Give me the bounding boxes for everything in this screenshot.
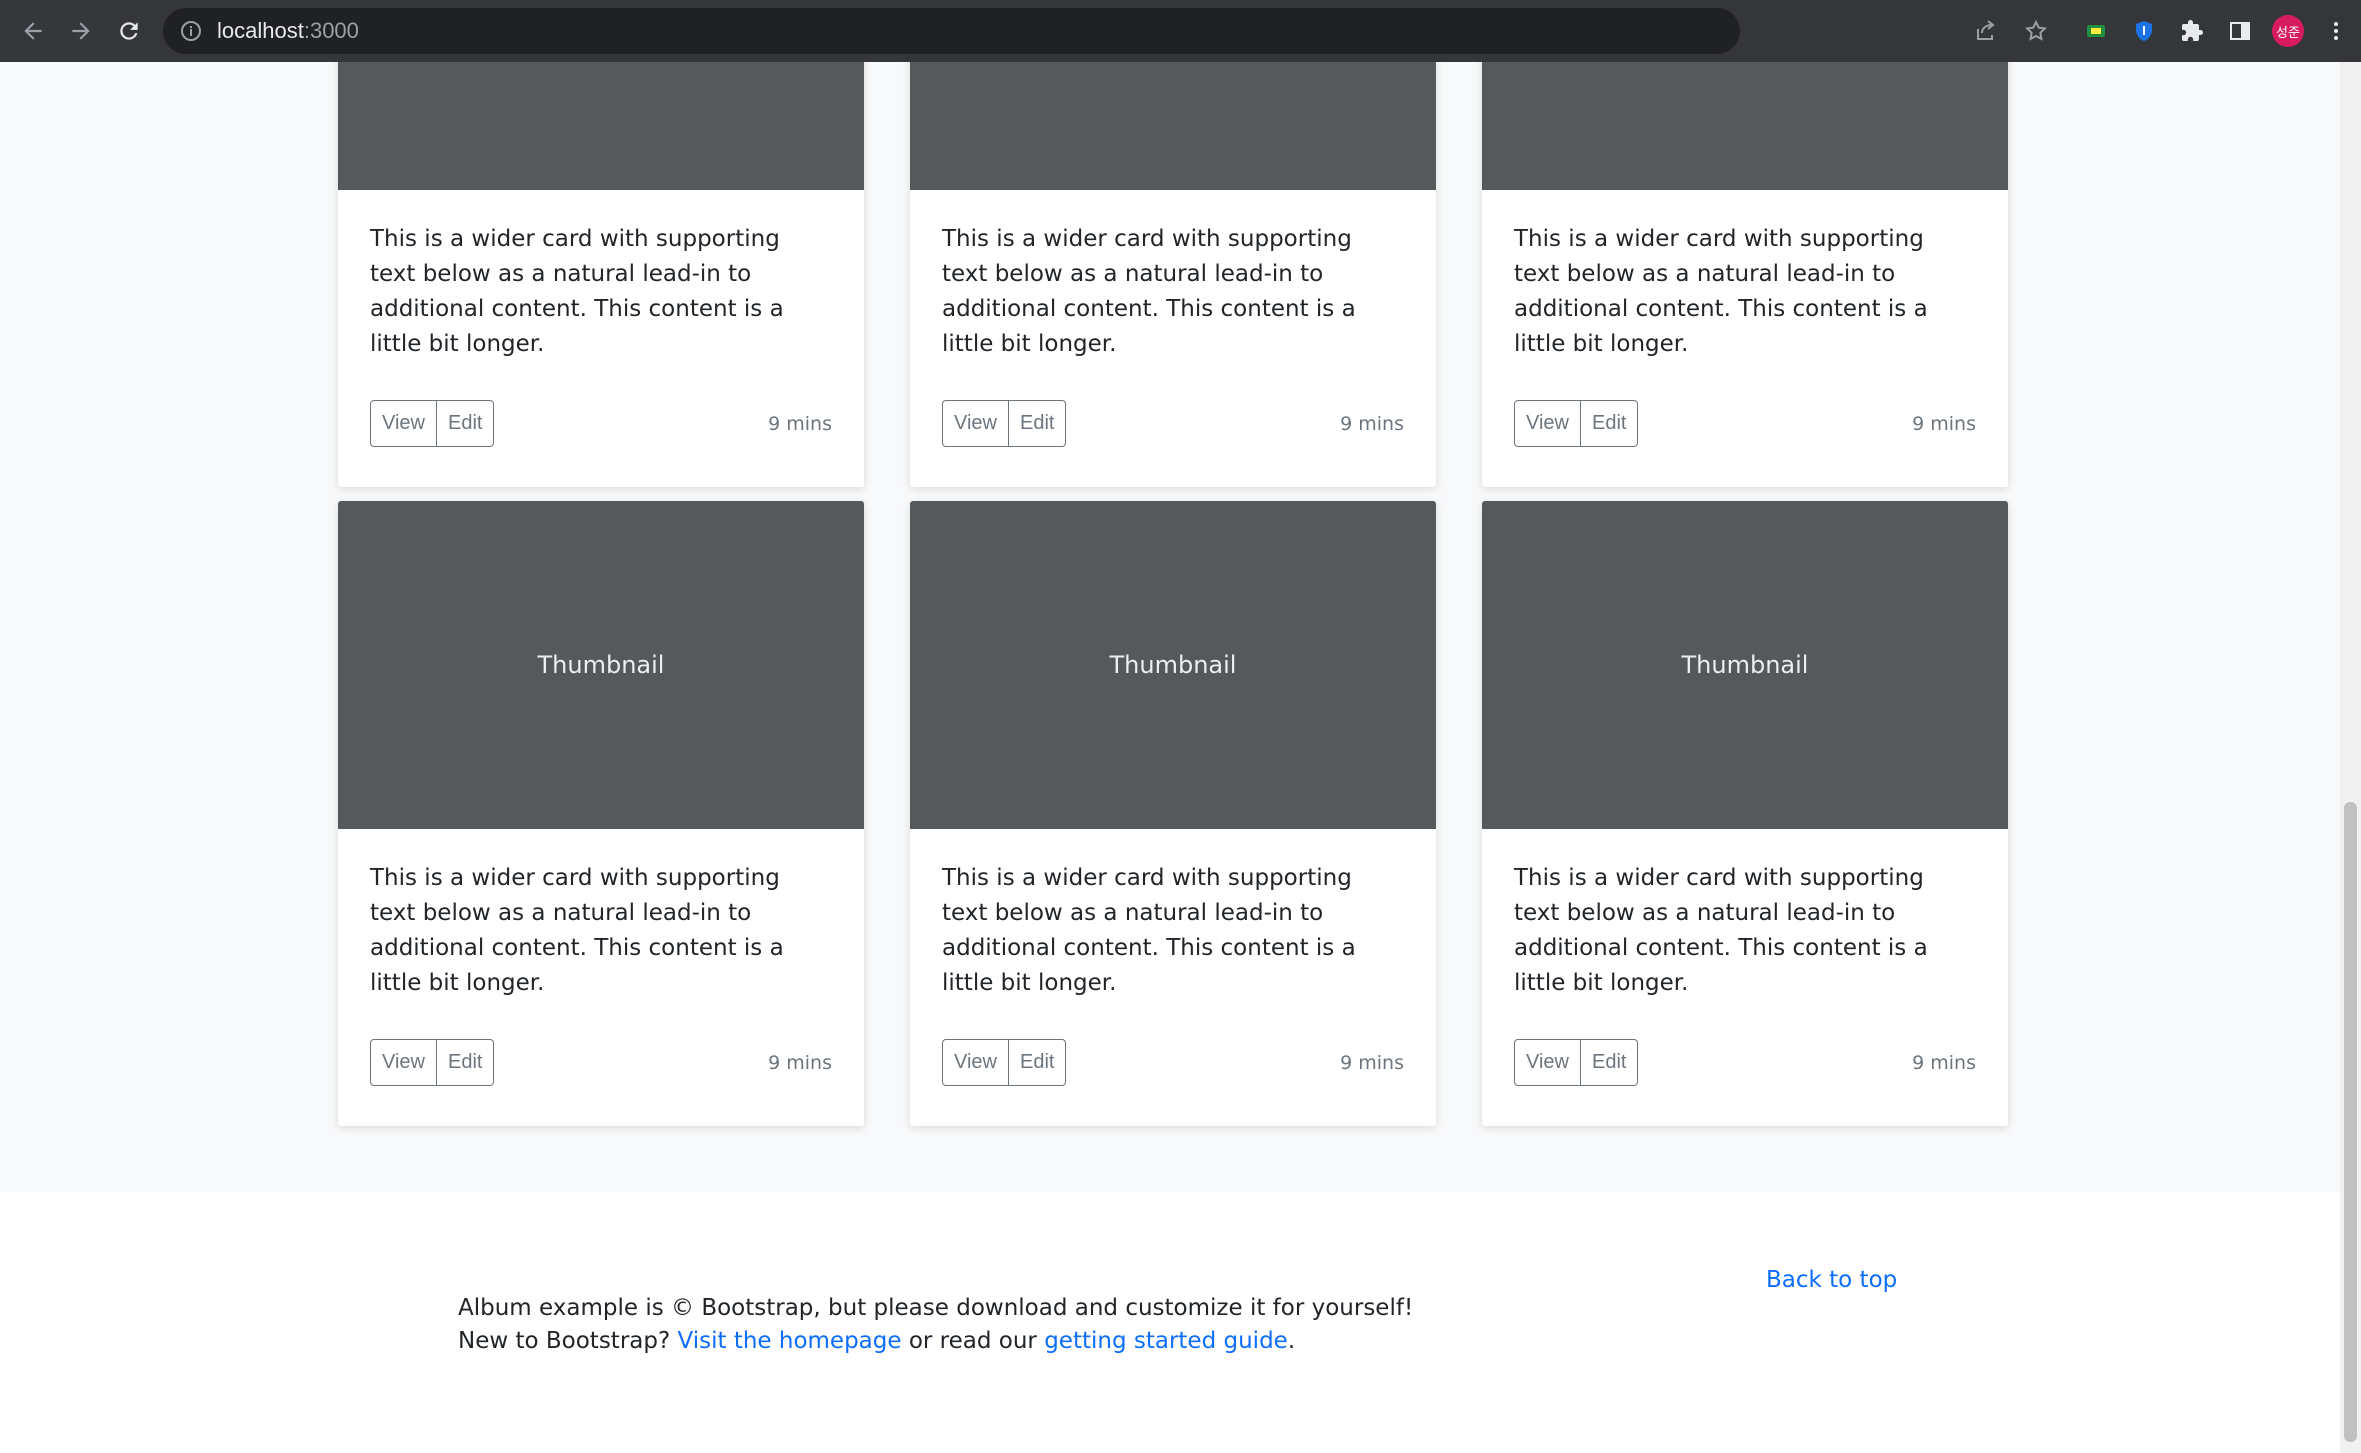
scrollbar[interactable] xyxy=(2340,62,2361,1453)
footer-links-line: New to Bootstrap? Visit the homepage or … xyxy=(458,1325,1413,1358)
card-text: This is a wider card with supporting tex… xyxy=(942,865,1356,996)
card-time: 9 mins xyxy=(768,412,832,435)
browser-toolbar: localhost:3000 성준 xyxy=(0,0,2361,62)
share-icon xyxy=(1977,20,1995,40)
footer-mid: or read our xyxy=(901,1328,1045,1354)
view-button[interactable]: View xyxy=(942,1039,1009,1086)
footer-suffix: . xyxy=(1287,1328,1296,1354)
url-host: localhost xyxy=(217,18,304,43)
address-bar[interactable]: localhost:3000 xyxy=(163,8,1740,54)
card-thumbnail xyxy=(1482,62,2008,190)
url-text: localhost:3000 xyxy=(217,18,359,44)
view-button[interactable]: View xyxy=(942,400,1009,447)
shield-icon xyxy=(2136,21,2152,41)
view-button[interactable]: View xyxy=(1514,1039,1581,1086)
page-footer: Back to top Album example is © Bootstrap… xyxy=(0,1192,2340,1453)
card-time: 9 mins xyxy=(768,1051,832,1074)
album-card: This is a wider card with supporting tex… xyxy=(910,62,1436,487)
forward-button[interactable] xyxy=(58,8,104,54)
password-manager-button[interactable] xyxy=(2120,8,2168,54)
card-button-group: View Edit xyxy=(1514,400,1639,447)
footer-text: Album example is © Bootstrap, but please… xyxy=(458,1292,1413,1358)
album-card: Thumbnail This is a wider card with supp… xyxy=(1482,501,2008,1126)
kebab-menu-icon xyxy=(2334,22,2338,40)
card-button-group: View Edit xyxy=(942,1039,1067,1086)
edit-button[interactable]: Edit xyxy=(1009,1039,1067,1086)
footer-copyright: Album example is © Bootstrap, but please… xyxy=(458,1295,1414,1321)
edit-button[interactable]: Edit xyxy=(1581,1039,1639,1086)
info-icon[interactable] xyxy=(179,19,203,43)
extension-green-button[interactable] xyxy=(2072,8,2120,54)
avatar: 성준 xyxy=(2272,15,2304,47)
arrow-right-icon xyxy=(72,22,90,40)
album-card: This is a wider card with supporting tex… xyxy=(338,62,864,487)
card-thumbnail: Thumbnail xyxy=(338,501,864,829)
reload-icon xyxy=(120,22,138,40)
card-button-group: View Edit xyxy=(370,1039,495,1086)
star-icon xyxy=(2025,19,2047,41)
menu-button[interactable] xyxy=(2312,8,2360,54)
card-time: 9 mins xyxy=(1912,1051,1976,1074)
card-button-group: View Edit xyxy=(942,400,1067,447)
card-text: This is a wider card with supporting tex… xyxy=(1514,865,1928,996)
back-to-top-link[interactable]: Back to top xyxy=(1766,1267,1897,1293)
puzzle-icon xyxy=(2182,20,2203,41)
view-button[interactable]: View xyxy=(370,1039,437,1086)
card-thumbnail: Thumbnail xyxy=(1482,501,2008,829)
card-thumbnail xyxy=(910,62,1436,190)
card-thumbnail xyxy=(338,62,864,190)
edit-button[interactable]: Edit xyxy=(437,1039,495,1086)
reload-button[interactable] xyxy=(106,8,152,54)
scrollbar-thumb[interactable] xyxy=(2344,802,2357,1442)
side-panel-button[interactable] xyxy=(2216,8,2264,54)
album-card: Thumbnail This is a wider card with supp… xyxy=(910,501,1436,1126)
card-thumbnail: Thumbnail xyxy=(910,501,1436,829)
card-text: This is a wider card with supporting tex… xyxy=(370,865,784,996)
arrow-left-icon xyxy=(24,22,42,40)
view-button[interactable]: View xyxy=(370,400,437,447)
homepage-link[interactable]: Visit the homepage xyxy=(678,1328,902,1354)
getting-started-link[interactable]: getting started guide xyxy=(1044,1328,1288,1354)
edit-button[interactable]: Edit xyxy=(1009,400,1067,447)
album-card: Thumbnail This is a wider card with supp… xyxy=(338,501,864,1126)
extension-badge-icon xyxy=(2087,25,2105,37)
edit-button[interactable]: Edit xyxy=(1581,400,1639,447)
bookmark-button[interactable] xyxy=(2012,8,2060,54)
share-button[interactable] xyxy=(1962,8,2010,54)
card-button-group: View Edit xyxy=(370,400,495,447)
card-time: 9 mins xyxy=(1912,412,1976,435)
extensions-button[interactable] xyxy=(2168,8,2216,54)
card-text: This is a wider card with supporting tex… xyxy=(1514,226,1928,357)
edit-button[interactable]: Edit xyxy=(437,400,495,447)
card-time: 9 mins xyxy=(1340,412,1404,435)
card-text: This is a wider card with supporting tex… xyxy=(942,226,1356,357)
card-text: This is a wider card with supporting tex… xyxy=(370,226,784,357)
card-button-group: View Edit xyxy=(1514,1039,1639,1086)
footer-prefix: New to Bootstrap? xyxy=(458,1328,678,1354)
page-viewport: This is a wider card with supporting tex… xyxy=(0,62,2340,1453)
view-button[interactable]: View xyxy=(1514,400,1581,447)
url-port: :3000 xyxy=(303,18,359,43)
card-time: 9 mins xyxy=(1340,1051,1404,1074)
profile-button[interactable]: 성준 xyxy=(2264,8,2312,54)
album-card: This is a wider card with supporting tex… xyxy=(1482,62,2008,487)
back-button[interactable] xyxy=(10,8,56,54)
side-panel-icon xyxy=(2230,22,2250,40)
